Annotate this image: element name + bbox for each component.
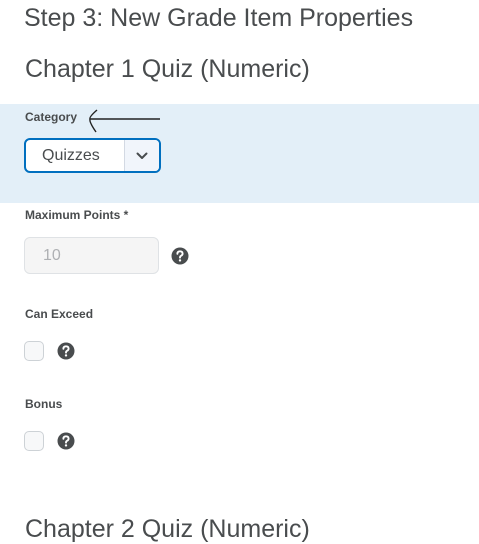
bonus-checkbox[interactable] (24, 431, 44, 451)
category-select[interactable]: Quizzes (24, 138, 161, 173)
chapter-1-title: Chapter 1 Quiz (Numeric) (25, 55, 310, 83)
chapter-2-title: Chapter 2 Quiz (Numeric) (25, 515, 310, 543)
can-exceed-label: Can Exceed (25, 307, 94, 321)
step-heading: Step 3: New Grade Item Properties (24, 4, 414, 32)
arrow-left-icon (89, 109, 160, 133)
question-circle-icon[interactable] (57, 432, 75, 450)
can-exceed-checkbox[interactable] (24, 341, 44, 361)
maximum-points-label: Maximum Points * (25, 208, 129, 222)
bonus-label: Bonus (25, 397, 63, 411)
question-circle-icon[interactable] (171, 247, 189, 265)
category-label: Category (25, 110, 78, 124)
maximum-points-input[interactable]: 10 (24, 237, 159, 274)
chevron-down-icon (136, 152, 148, 159)
category-select-value: Quizzes (42, 146, 100, 164)
question-circle-icon[interactable] (57, 342, 75, 360)
category-select-toggle[interactable] (124, 140, 159, 171)
